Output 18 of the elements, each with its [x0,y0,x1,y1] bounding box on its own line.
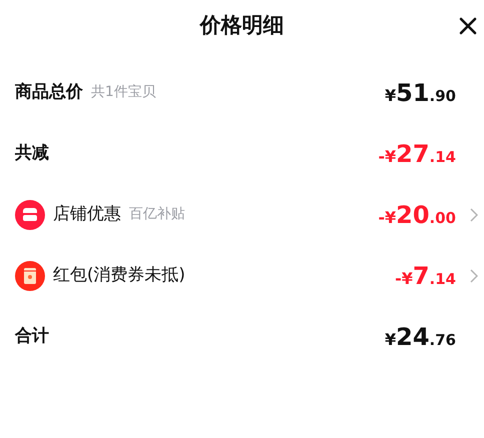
envelope-icon [15,260,45,290]
row-note: 共1件宝贝 [91,83,156,102]
row-label: 红包(消费券未抵) [53,264,186,287]
price: ¥51.90 [384,78,456,108]
row-note: 百亿补贴 [129,205,185,224]
close-icon[interactable] [459,17,477,35]
row-label: 共减 [15,142,49,165]
chevron-right-icon[interactable] [470,268,478,282]
row-label: 店铺优惠 [53,202,121,226]
sheet-title: 价格明细 [200,12,284,40]
row-label: 商品总价 [15,80,83,104]
price: ¥24.76 [384,322,456,352]
price: -¥20.00 [378,200,456,230]
price: -¥7.14 [394,260,456,292]
chevron-right-icon[interactable] [470,208,478,222]
price: -¥27.14 [378,138,456,170]
row-label: 合计 [15,324,49,348]
store-icon [15,200,45,230]
